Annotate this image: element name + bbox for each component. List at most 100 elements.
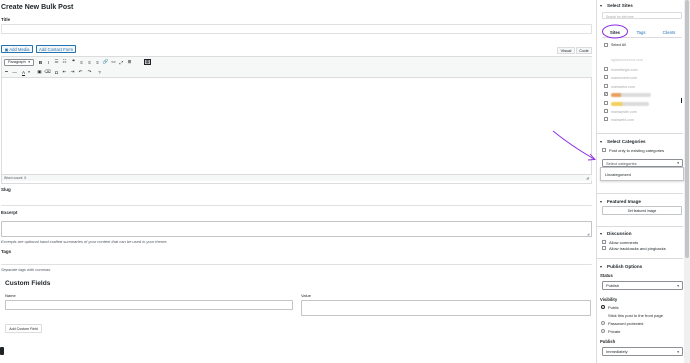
tab-sites[interactable]: Sites xyxy=(603,27,627,37)
excerpt-textarea[interactable] xyxy=(1,221,592,237)
sidebar-divider xyxy=(596,0,597,363)
table-icon[interactable]: ▦ xyxy=(144,59,151,65)
chevron-down-icon: ▾ xyxy=(677,283,679,288)
add-media-button[interactable]: ▣ Add Media xyxy=(1,45,33,53)
site-list-scroll-indicator xyxy=(681,98,683,103)
site-search-input[interactable]: Search for site here xyxy=(602,12,682,19)
word-count-bar xyxy=(1,174,592,181)
indent-icon[interactable]: ⇥ xyxy=(69,69,76,75)
site-checkbox[interactable] xyxy=(604,117,608,121)
set-featured-image-button[interactable]: Set featured image xyxy=(602,206,682,215)
visibility-password-radio[interactable] xyxy=(601,321,605,325)
visibility-private-radio[interactable] xyxy=(601,329,605,333)
align-center-icon[interactable]: ≡ xyxy=(86,59,93,65)
toolbar-toggle-icon[interactable]: ⊞ xyxy=(126,59,133,65)
bulleted-list-icon[interactable]: ☰ xyxy=(53,59,60,65)
allow-trackbacks-label: Allow trackbacks and pingbacks xyxy=(609,246,666,251)
format-select[interactable]: Paragraph ▾ xyxy=(4,58,34,66)
paste-text-icon[interactable]: ▣ xyxy=(36,69,43,75)
tab-visual[interactable]: Visual xyxy=(557,47,575,54)
visibility-public-radio[interactable] xyxy=(601,305,605,309)
post-only-existing-checkbox[interactable] xyxy=(602,148,606,152)
select-all-checkbox[interactable] xyxy=(604,43,608,47)
categories-dropdown-option[interactable]: Uncategorized xyxy=(605,172,631,177)
site-checkbox[interactable] xyxy=(604,75,608,79)
italic-icon[interactable]: I xyxy=(45,59,52,65)
site-name: mainwebs.com xyxy=(611,84,635,89)
tab-code[interactable]: Code xyxy=(576,47,592,54)
custom-field-name-input[interactable] xyxy=(5,300,293,310)
insert-link-icon[interactable]: 🔗 xyxy=(102,59,109,65)
sticky-label: Stick this post to the front page xyxy=(608,313,663,318)
tabs-divider xyxy=(602,37,682,38)
categories-select[interactable]: Select categories ▾ xyxy=(602,159,683,167)
horizontal-line-icon[interactable]: — xyxy=(11,69,18,75)
add-custom-field-button[interactable]: Add Custom Field xyxy=(5,324,42,333)
title-input[interactable] xyxy=(1,24,592,34)
site-name: hometheglo.com xyxy=(611,67,638,72)
text-color-icon[interactable]: A xyxy=(20,69,27,75)
site-checkbox[interactable] xyxy=(604,109,608,113)
visibility-private-label: Private xyxy=(608,329,621,334)
site-name: mainwpsite.com xyxy=(611,109,637,114)
site-checkbox[interactable] xyxy=(604,84,608,88)
publish-timing-select[interactable]: Immediately ▾ xyxy=(602,347,683,356)
align-right-icon[interactable]: ≡ xyxy=(94,59,101,65)
post-only-existing-label: Post only to existing categories xyxy=(609,148,665,153)
slug-input[interactable] xyxy=(1,195,592,206)
outdent-icon[interactable]: ⇤ xyxy=(61,69,68,75)
numbered-list-icon[interactable]: ☷ xyxy=(61,59,68,65)
visibility-label: Visibility xyxy=(600,297,618,302)
tab-clients[interactable]: Clients xyxy=(656,27,682,37)
chevron-down-icon[interactable]: ▾ xyxy=(27,69,31,75)
custom-field-name-label: Name xyxy=(5,293,16,298)
add-contact-form-button[interactable]: Add Contact Form xyxy=(36,45,76,53)
panel-divider xyxy=(597,258,683,259)
tags-label: Tags xyxy=(1,249,12,254)
resize-handle-icon[interactable]: ◢ xyxy=(586,176,589,180)
insert-more-icon[interactable]: ▭ xyxy=(110,59,117,65)
caret-down-icon[interactable]: ▾ xyxy=(600,199,602,204)
redo-icon[interactable]: ↷ xyxy=(86,69,93,75)
blockquote-icon[interactable]: ❝ xyxy=(70,59,77,65)
caret-down-icon[interactable]: ▾ xyxy=(600,264,602,269)
scrollbar-thumb[interactable] xyxy=(685,0,689,258)
tags-input[interactable] xyxy=(1,255,592,265)
site-name-blurred xyxy=(611,92,651,97)
media-icon: ▣ xyxy=(4,46,9,52)
admin-bar-toggle-icon[interactable] xyxy=(0,347,4,355)
custom-field-value-label: Value xyxy=(301,293,311,298)
publish-options-title: Publish Options xyxy=(607,264,643,269)
site-checkbox[interactable] xyxy=(604,67,608,71)
special-character-icon[interactable]: Ω xyxy=(53,69,60,75)
chevron-down-icon: ▾ xyxy=(677,349,679,354)
status-label: Status xyxy=(600,273,613,278)
help-icon[interactable]: ? xyxy=(96,69,103,75)
strikethrough-icon[interactable]: ━ xyxy=(3,69,10,75)
caret-down-icon[interactable]: ▾ xyxy=(600,3,602,8)
undo-icon[interactable]: ↶ xyxy=(77,69,84,75)
custom-field-value-textarea[interactable] xyxy=(301,300,591,316)
select-categories-title: Select Categories xyxy=(607,139,646,144)
caret-down-icon[interactable]: ▾ xyxy=(600,139,602,144)
caret-down-icon[interactable]: ▾ xyxy=(600,231,602,236)
resize-handle-icon[interactable]: ◢ xyxy=(587,232,589,236)
allow-comments-checkbox[interactable] xyxy=(602,240,606,244)
bold-icon[interactable]: B xyxy=(37,59,44,65)
select-all-label: Select All xyxy=(611,43,626,47)
site-checkbox-checked[interactable]: ✓ xyxy=(604,92,608,96)
site-name: maneuvertv.com xyxy=(611,75,638,80)
clear-formatting-icon[interactable]: ⌫ xyxy=(44,69,51,75)
excerpt-label: Excerpt xyxy=(1,210,18,215)
site-checkbox[interactable] xyxy=(604,101,608,105)
editor-content[interactable] xyxy=(2,78,591,172)
tab-tags[interactable]: Tags xyxy=(629,27,653,37)
status-select[interactable]: Publish ▾ xyxy=(602,281,683,290)
visibility-password-label: Password protected xyxy=(608,321,644,326)
allow-trackbacks-checkbox[interactable] xyxy=(602,246,606,250)
title-label: Title xyxy=(1,17,11,22)
panel-divider xyxy=(597,193,683,194)
slug-label: Slug xyxy=(1,187,11,192)
align-left-icon[interactable]: ≡ xyxy=(78,59,85,65)
fullscreen-icon[interactable]: ⤢ xyxy=(118,59,125,65)
